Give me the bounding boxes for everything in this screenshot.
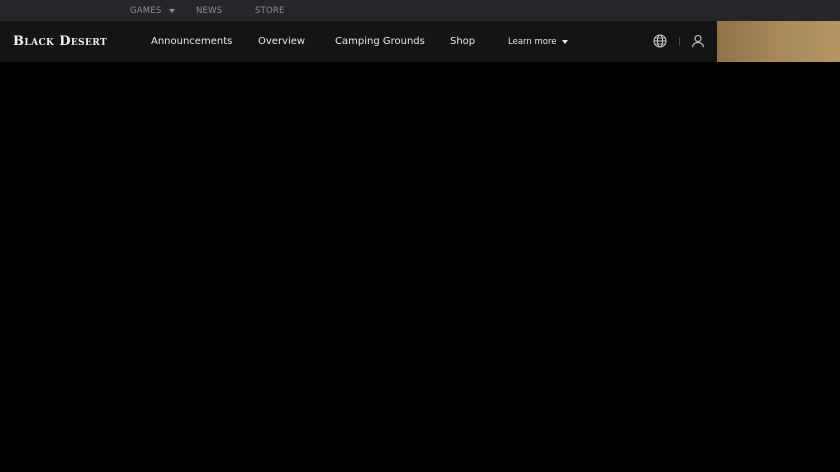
- black-desert-logo[interactable]: Black Desert: [13, 21, 107, 62]
- learn-more-label: Learn more: [508, 36, 557, 47]
- page: GAMES NEWS STORE Black Desert Announceme…: [0, 0, 840, 472]
- account-button[interactable]: [690, 33, 706, 49]
- gold-cta-button[interactable]: [717, 21, 840, 62]
- nav-overview[interactable]: Overview: [258, 21, 305, 62]
- nav-announcements[interactable]: Announcements: [151, 21, 232, 62]
- icon-divider: [679, 37, 680, 46]
- games-label: GAMES: [130, 5, 162, 16]
- nav-shop[interactable]: Shop: [450, 21, 475, 62]
- chevron-down-icon: [562, 39, 569, 44]
- language-button[interactable]: [652, 33, 668, 49]
- nav-camping-grounds[interactable]: Camping Grounds: [335, 21, 425, 62]
- nav-learn-more[interactable]: Learn more: [508, 21, 569, 62]
- globe-icon: [653, 34, 667, 48]
- main-navigation: Black Desert Announcements Overview Camp…: [0, 21, 840, 62]
- user-icon: [691, 34, 705, 48]
- store-link[interactable]: STORE: [255, 0, 285, 21]
- utility-bar: GAMES NEWS STORE: [0, 0, 840, 21]
- games-menu[interactable]: GAMES: [130, 0, 175, 21]
- news-link[interactable]: NEWS: [196, 0, 222, 21]
- hero-area: [0, 62, 840, 472]
- chevron-down-icon: [168, 8, 175, 13]
